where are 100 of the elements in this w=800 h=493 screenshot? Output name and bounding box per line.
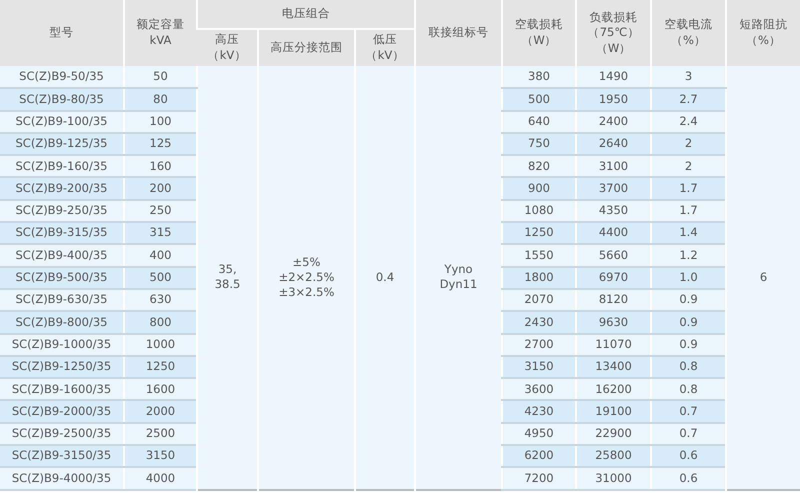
table-cell: 4230 [502,400,576,423]
table-cell: 2400 [576,110,651,133]
table-cell: SC(Z)B9-4000/35 [0,467,124,490]
table-cell: 500 [124,266,197,289]
table-cell: SC(Z)B9-125/35 [0,132,124,156]
table-cell: 900 [502,177,576,200]
table-cell: 0.7 [651,400,726,423]
table-cell: 1.7 [651,177,726,200]
table-cell: 2.7 [651,88,726,111]
table-cell: SC(Z)B9-250/35 [0,200,124,222]
table-cell: 5660 [576,244,651,267]
table-cell: SC(Z)B9-2500/35 [0,422,124,446]
table-cell: 25800 [576,445,651,468]
merged-cell: 6 [726,66,800,490]
table-cell: 1.4 [651,222,726,244]
table-cell: 3150 [502,356,576,378]
table-cell: SC(Z)B9-200/35 [0,177,124,200]
merged-cell: ±5% ±2×2.5% ±3×2.5% [258,66,355,490]
merged-cell: 0.4 [355,66,415,490]
table-cell: 2000 [124,400,197,423]
table-cell: 125 [124,132,197,156]
column-header: 额定容量 kVA [124,0,197,66]
table-cell: 2.4 [651,110,726,133]
table-cell: 2640 [576,132,651,156]
table-cell: 500 [502,88,576,111]
table-cell: 800 [124,311,197,334]
table-cell: 2 [651,155,726,178]
table-cell: SC(Z)B9-80/35 [0,88,124,111]
table-cell: 1550 [502,244,576,267]
table-cell: 0.9 [651,311,726,334]
table-cell: 160 [124,155,197,178]
table-cell: SC(Z)B9-100/35 [0,110,124,133]
column-header: 空载损耗（W） [502,0,576,66]
table-cell: 4000 [124,467,197,490]
table-cell: 820 [502,155,576,178]
table-cell: 750 [502,132,576,156]
table-cell: 0.7 [651,422,726,446]
table-cell: 200 [124,177,197,200]
table-cell: 7200 [502,467,576,490]
table-cell: 630 [124,288,197,312]
table-cell: 1600 [124,378,197,400]
table-cell: SC(Z)B9-1600/35 [0,378,124,400]
table-cell: 2 [651,132,726,156]
table-cell: 0.6 [651,445,726,468]
table-cell: 3150 [124,445,197,468]
table-cell: 2430 [502,311,576,334]
table-cell: 640 [502,110,576,133]
column-header: 型号 [0,0,124,66]
table-cell: 6200 [502,445,576,468]
table-cell: 13400 [576,356,651,378]
table-cell: 19100 [576,400,651,423]
table-cell: 100 [124,110,197,133]
table-cell: 3100 [576,155,651,178]
column-header: 高压分接范围 [258,29,355,66]
merged-cell: 35, 38.5 [197,66,258,490]
table-cell: 0.9 [651,334,726,356]
table-cell: 3700 [576,177,651,200]
table-cell: 16200 [576,378,651,400]
column-header: 高压（kV） [197,29,258,66]
table-cell: 3600 [502,378,576,400]
table-cell: 1250 [124,356,197,378]
table-cell: 11070 [576,334,651,356]
table-cell: SC(Z)B9-630/35 [0,288,124,312]
table-cell: 50 [124,66,197,88]
table-cell: 315 [124,222,197,244]
table-cell: SC(Z)B9-1000/35 [0,334,124,356]
table-cell: 2500 [124,422,197,446]
table-cell: 2070 [502,288,576,312]
table-cell: 250 [124,200,197,222]
table-cell: 22900 [576,422,651,446]
table-cell: 8120 [576,288,651,312]
group-header: 电压组合 [197,0,415,29]
table-cell: 9630 [576,311,651,334]
table-cell: 1.7 [651,200,726,222]
column-header: 联接组标号 [415,0,502,66]
table-cell: 1.2 [651,244,726,267]
table-cell: SC(Z)B9-3150/35 [0,445,124,468]
table-cell: 1950 [576,88,651,111]
table-cell: 2700 [502,334,576,356]
table-cell: 0.8 [651,356,726,378]
table-cell: 0.8 [651,378,726,400]
table-cell: 1080 [502,200,576,222]
table-cell: 4350 [576,200,651,222]
column-header: 短路阻抗（%） [726,0,800,66]
column-header: 低压（kV） [355,29,415,66]
table-cell: 0.9 [651,288,726,312]
table-cell: SC(Z)B9-1250/35 [0,356,124,378]
table-cell: 3 [651,66,726,88]
table-cell: 31000 [576,467,651,490]
column-header: 空载电流（%） [651,0,726,66]
table-cell: 1800 [502,266,576,289]
table-cell: 1250 [502,222,576,244]
merged-cell: Yyno Dyn11 [415,66,502,490]
table-cell: SC(Z)B9-50/35 [0,66,124,88]
table-cell: SC(Z)B9-160/35 [0,155,124,178]
table-cell: 0.6 [651,467,726,490]
table-cell: 1.0 [651,266,726,289]
column-header: 负载损耗（75℃）（W） [576,0,651,66]
table-cell: 4950 [502,422,576,446]
table-cell: 1490 [576,66,651,88]
